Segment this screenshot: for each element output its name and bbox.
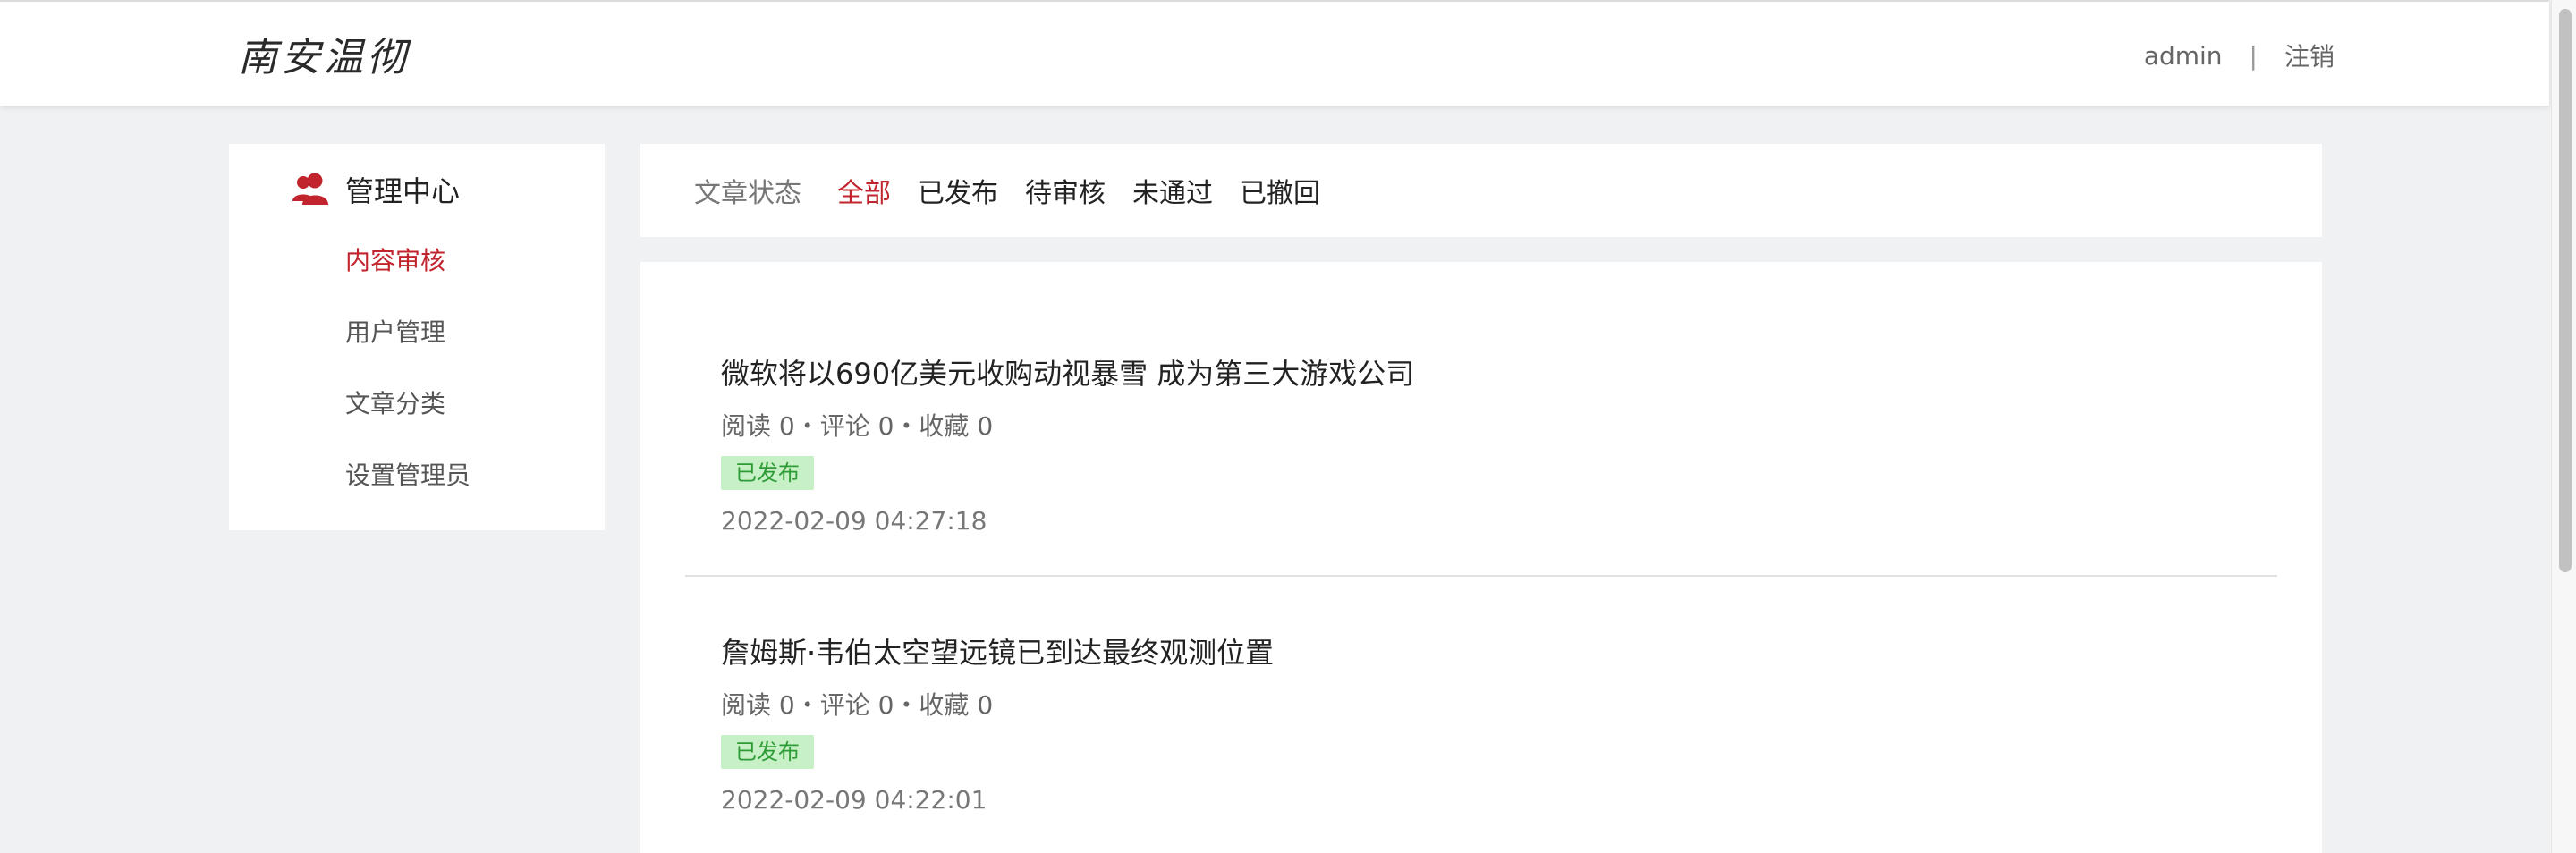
article-title[interactable]: 詹姆斯·韦伯太空望远镜已到达最终观测位置 [721, 630, 1274, 671]
site-logo[interactable]: 南安温彻 [238, 25, 410, 82]
header-user-area: admin | 注销 [2144, 38, 2334, 73]
page: 南安温彻 admin | 注销 管理中心 内容审核 用户管理 文章分类 设置管理… [0, 0, 2576, 853]
status-badge: 已发布 [721, 456, 814, 490]
article-time: 2022-02-09 04:27:18 [721, 506, 987, 536]
sidebar-item-article-category[interactable]: 文章分类 [345, 376, 470, 448]
article-stats: 阅读 0・评论 0・收藏 0 [721, 690, 994, 720]
sidebar-item-content-review[interactable]: 内容审核 [345, 233, 470, 305]
sidebar: 管理中心 内容审核 用户管理 文章分类 设置管理员 [229, 144, 605, 530]
article-stats: 阅读 0・评论 0・收藏 0 [721, 411, 994, 441]
filter-label: 文章状态 [694, 178, 801, 209]
article-time: 2022-02-09 04:22:01 [721, 785, 987, 815]
sidebar-item-user-management[interactable]: 用户管理 [345, 305, 470, 376]
scrollbar-thumb[interactable] [2559, 9, 2572, 572]
sidebar-item-set-admin[interactable]: 设置管理员 [345, 448, 470, 519]
sidebar-title: 管理中心 [292, 169, 460, 210]
filter-tab-published[interactable]: 已发布 [918, 171, 998, 210]
sidebar-menu: 内容审核 用户管理 文章分类 设置管理员 [345, 233, 470, 519]
header-separator: | [2249, 40, 2258, 71]
filter-tab-rejected[interactable]: 未通过 [1132, 171, 1213, 210]
top-header: 南安温彻 admin | 注销 [0, 0, 2549, 106]
username[interactable]: admin [2144, 41, 2223, 71]
filter-tab-withdrawn[interactable]: 已撤回 [1240, 171, 1320, 210]
sidebar-title-label: 管理中心 [345, 174, 461, 208]
status-badge: 已发布 [721, 735, 814, 769]
filter-tab-pending[interactable]: 待审核 [1025, 171, 1106, 210]
logout-link[interactable]: 注销 [2284, 38, 2334, 73]
article-divider [685, 575, 2277, 577]
user-group-icon [292, 173, 328, 205]
status-filter-bar: 文章状态 全部 已发布 待审核 未通过 已撤回 [640, 144, 2322, 237]
article-title[interactable]: 微软将以690亿美元收购动视暴雪 成为第三大游戏公司 [721, 351, 1414, 393]
article-list: 微软将以690亿美元收购动视暴雪 成为第三大游戏公司 阅读 0・评论 0・收藏 … [640, 262, 2322, 853]
scrollbar[interactable] [2551, 0, 2576, 853]
filter-tab-all[interactable]: 全部 [837, 171, 891, 210]
